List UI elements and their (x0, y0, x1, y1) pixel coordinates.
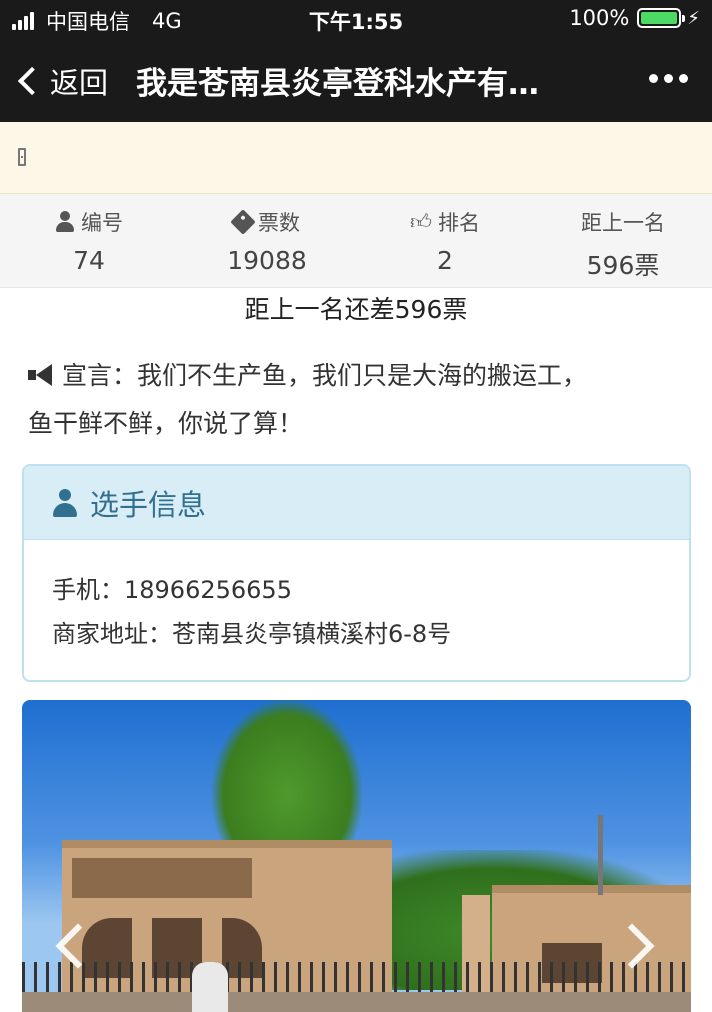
stat-label: 排名 (437, 211, 480, 235)
carrier-label: 中国电信 (46, 10, 130, 34)
stat-votes: 票数 19088 (178, 194, 356, 287)
charging-icon: ⚡ (687, 7, 700, 29)
stats-bar: 编号 74 票数 19088 👍︎ 排名 2 距上一名 596票 (0, 194, 712, 288)
stat-value: 596票 (586, 251, 660, 280)
ground (22, 992, 691, 1012)
card-header: 选手信息 (24, 466, 689, 540)
notice-icon (18, 148, 26, 166)
stat-value: 19088 (227, 246, 307, 275)
slogan: 宣言：我们不生产鱼，我们只是大海的搬运工， 鱼干鲜不鲜，你说了算！ (28, 352, 648, 448)
slogan-line-1: 宣言：我们不生产鱼，我们只是大海的搬运工， (62, 361, 588, 390)
card-title: 选手信息 (90, 487, 207, 522)
slogan-line-2: 鱼干鲜不鲜，你说了算！ (28, 409, 304, 438)
user-icon (52, 488, 78, 517)
dot-icon (664, 74, 673, 83)
stat-label: 票数 (258, 211, 300, 235)
back-button[interactable]: 返回 (16, 60, 108, 102)
signal-icon (12, 12, 36, 30)
battery-icon (637, 8, 686, 28)
vote-gap-text: 距上一名还差596票 (244, 295, 468, 324)
stat-value: 2 (437, 246, 453, 275)
page-title: 我是苍南县炎亭登科水产有… (136, 66, 539, 102)
stat-value: 74 (73, 246, 105, 275)
fence (22, 962, 691, 992)
stat-label: 编号 (81, 211, 123, 235)
thumbs-up-icon: 👍︎ (410, 210, 432, 234)
dot-icon (679, 74, 688, 83)
megaphone-icon (28, 364, 56, 386)
nav-bar: 返回 我是苍南县炎亭登科水产有… (0, 38, 712, 122)
photo-carousel[interactable] (22, 700, 691, 1012)
dot-icon (649, 74, 658, 83)
stat-label: 距上一名 (581, 211, 665, 235)
more-menu-button[interactable] (643, 74, 688, 83)
stat-rank: 👍︎ 排名 2 (356, 194, 534, 287)
chevron-left-icon (17, 66, 47, 96)
stat-gap: 距上一名 596票 (534, 194, 712, 287)
stat-number: 编号 74 (0, 194, 178, 287)
notice-bar (0, 122, 712, 194)
status-bar: 中国电信 4G 下午1:55 100% ⚡ (0, 0, 712, 38)
battery-percent: 100% (569, 6, 630, 30)
person (192, 962, 228, 1012)
tag-icon (230, 209, 256, 235)
player-info-card: 选手信息 手机：18966256655 商家地址：苍南县炎亭镇横溪村6-8号 (22, 464, 691, 682)
back-label: 返回 (50, 66, 109, 100)
phone-text: 手机：18966256655 (52, 576, 292, 604)
address-text: 商家地址：苍南县炎亭镇横溪村6-8号 (52, 620, 452, 648)
user-icon (55, 211, 75, 233)
network-label: 4G (152, 9, 182, 33)
utility-pole (598, 815, 603, 895)
